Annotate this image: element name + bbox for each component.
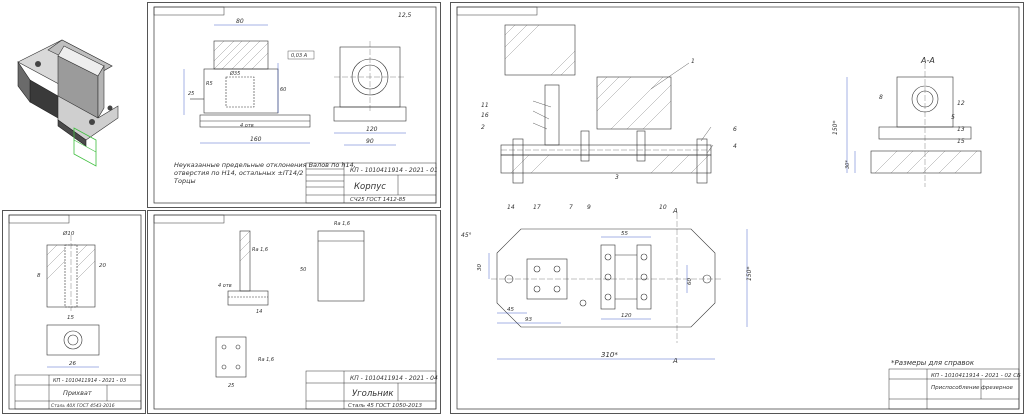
- cut-label-top: А: [672, 207, 678, 215]
- body-dim-4: 120: [366, 126, 378, 133]
- angle-drawing: 4 отв 14 Ra 1,6 50 Ra 1,6 Ra 1,6 25 КП -…: [153, 214, 438, 410]
- angle-dim-7: 50: [300, 267, 306, 273]
- dim-h6: 60: [687, 278, 693, 285]
- drawing-canvas: 12,5 80 160 60 Ø35 4 отв 25 R5 0,03 А 12…: [0, 0, 1024, 415]
- body-dim-3: 90: [366, 138, 374, 145]
- callout-12: 12: [957, 100, 965, 107]
- assembly-plan-view: [491, 213, 721, 343]
- cut-label-bottom: А: [672, 357, 678, 365]
- angle-material: Сталь 45 ГОСТ 1050-2013: [348, 403, 422, 409]
- assembly-section-view: [500, 24, 712, 184]
- callout-10: 10: [659, 204, 667, 211]
- dim-width: 150*: [746, 267, 753, 281]
- bushing-drawing: Ø10 20 8 15 26 КП - 1010411914 - 2021 - …: [8, 214, 142, 410]
- body-dim-2: 160: [250, 136, 262, 143]
- body-dim-1: 80: [236, 18, 244, 25]
- body-title: Корпус: [354, 182, 386, 192]
- bushing-dim-4: 8: [37, 273, 41, 279]
- bushing-dim-5: 15: [67, 315, 74, 321]
- angle-top-view: [215, 336, 247, 378]
- dim-base: 30*: [845, 160, 851, 169]
- angle-dim-1: Ra 1,6: [252, 247, 268, 253]
- section-aa-view: [846, 63, 982, 187]
- assembly-code: КП - 1010411914 - 2021 - 02 СБ: [931, 373, 1021, 379]
- body-note-1: Неуказанные предельные отклонения Валов …: [174, 161, 356, 169]
- angle-front-view: [227, 230, 269, 306]
- assembly-title: Приспособление фрезерное: [931, 385, 1014, 391]
- body-dim-9: R5: [206, 81, 213, 87]
- body-note-3: Торцы: [174, 177, 196, 185]
- bushing-code: КП - 1010411914 - 2021 - 03: [53, 378, 126, 384]
- callout-7: 7: [569, 204, 573, 211]
- iso-body: [17, 39, 119, 167]
- angle-side-view: [317, 230, 365, 302]
- iso-model: [17, 39, 119, 167]
- callout-1: 1: [691, 58, 695, 65]
- callout-16: 16: [481, 112, 489, 119]
- callout-4: 4: [733, 143, 737, 150]
- body-tolerance: 0,03 А: [291, 53, 308, 59]
- callout-6: 6: [733, 126, 737, 133]
- dim-angle: 45°: [461, 232, 472, 239]
- bushing-section: [46, 235, 96, 311]
- dim-height: 150*: [832, 121, 839, 135]
- callout-11: 11: [481, 102, 489, 109]
- callout-8: 8: [879, 94, 883, 101]
- dim-h3: 45: [507, 307, 514, 313]
- sheet-bushing: Ø10 20 8 15 26 КП - 1010411914 - 2021 - …: [2, 210, 146, 414]
- dim-overall: 310*: [601, 351, 618, 359]
- angle-dim-5: 14: [256, 309, 262, 315]
- body-code: КП - 1010411914 - 2021 - 01: [350, 167, 438, 174]
- callout-9: 9: [587, 204, 591, 211]
- bushing-title: Прихват: [63, 389, 92, 397]
- section-aa-label: А-А: [920, 56, 935, 65]
- body-note-2: отверстия по H14, остальных ±IT14/2: [174, 169, 303, 177]
- callout-14: 14: [507, 204, 515, 211]
- callout-3: 3: [615, 174, 619, 181]
- body-dim-8: 25: [188, 91, 194, 97]
- sheet-body: 12,5 80 160 60 Ø35 4 отв 25 R5 0,03 А 12…: [147, 2, 441, 208]
- bushing-dim-2: 20: [99, 263, 106, 269]
- sheet-angle: 4 отв 14 Ra 1,6 50 Ra 1,6 Ra 1,6 25 КП -…: [147, 210, 441, 414]
- dim-h5: 55: [621, 231, 628, 237]
- body-drawing: 12,5 80 160 60 Ø35 4 отв 25 R5 0,03 А 12…: [153, 6, 438, 204]
- body-dim-5: 60: [280, 87, 286, 93]
- bushing-dim-1: Ø10: [62, 230, 75, 237]
- callout-2: 2: [481, 124, 485, 131]
- body-material: СЧ25 ГОСТ 1412-85: [350, 197, 406, 203]
- angle-dim-2: Ra 1,6: [334, 221, 350, 227]
- dim-h4: 30: [477, 264, 483, 271]
- bushing-dim-3: 26: [69, 361, 76, 367]
- dim-h2: 93: [525, 317, 532, 323]
- plan-dims: [488, 229, 748, 360]
- assembly-note: *Размеры для справок: [891, 359, 975, 367]
- body-dim-7: Ø35: [229, 70, 240, 77]
- dim-h1: 120: [621, 313, 632, 319]
- bushing-material: Сталь 40Х ГОСТ 4543-2016: [51, 403, 115, 409]
- angle-dim-3: 4 отв: [218, 283, 232, 289]
- assembly-drawing: 1 2 3 4 5 6 7 8 9 10 11 12 13 14 15 16 1…: [456, 6, 1021, 410]
- angle-dim-4: 25: [228, 383, 234, 389]
- angle-code: КП - 1010411914 - 2021 - 04: [350, 375, 438, 382]
- body-stamp: 12,5: [398, 12, 412, 19]
- assembly-callouts-top: [532, 62, 714, 154]
- angle-dim-6: Ra 1,6: [258, 357, 274, 363]
- angle-title: Угольник: [352, 389, 394, 399]
- sheet-assembly: 1 2 3 4 5 6 7 8 9 10 11 12 13 14 15 16 1…: [450, 2, 1024, 414]
- body-dim-6: 4 отв: [240, 123, 254, 129]
- callout-17: 17: [533, 204, 541, 211]
